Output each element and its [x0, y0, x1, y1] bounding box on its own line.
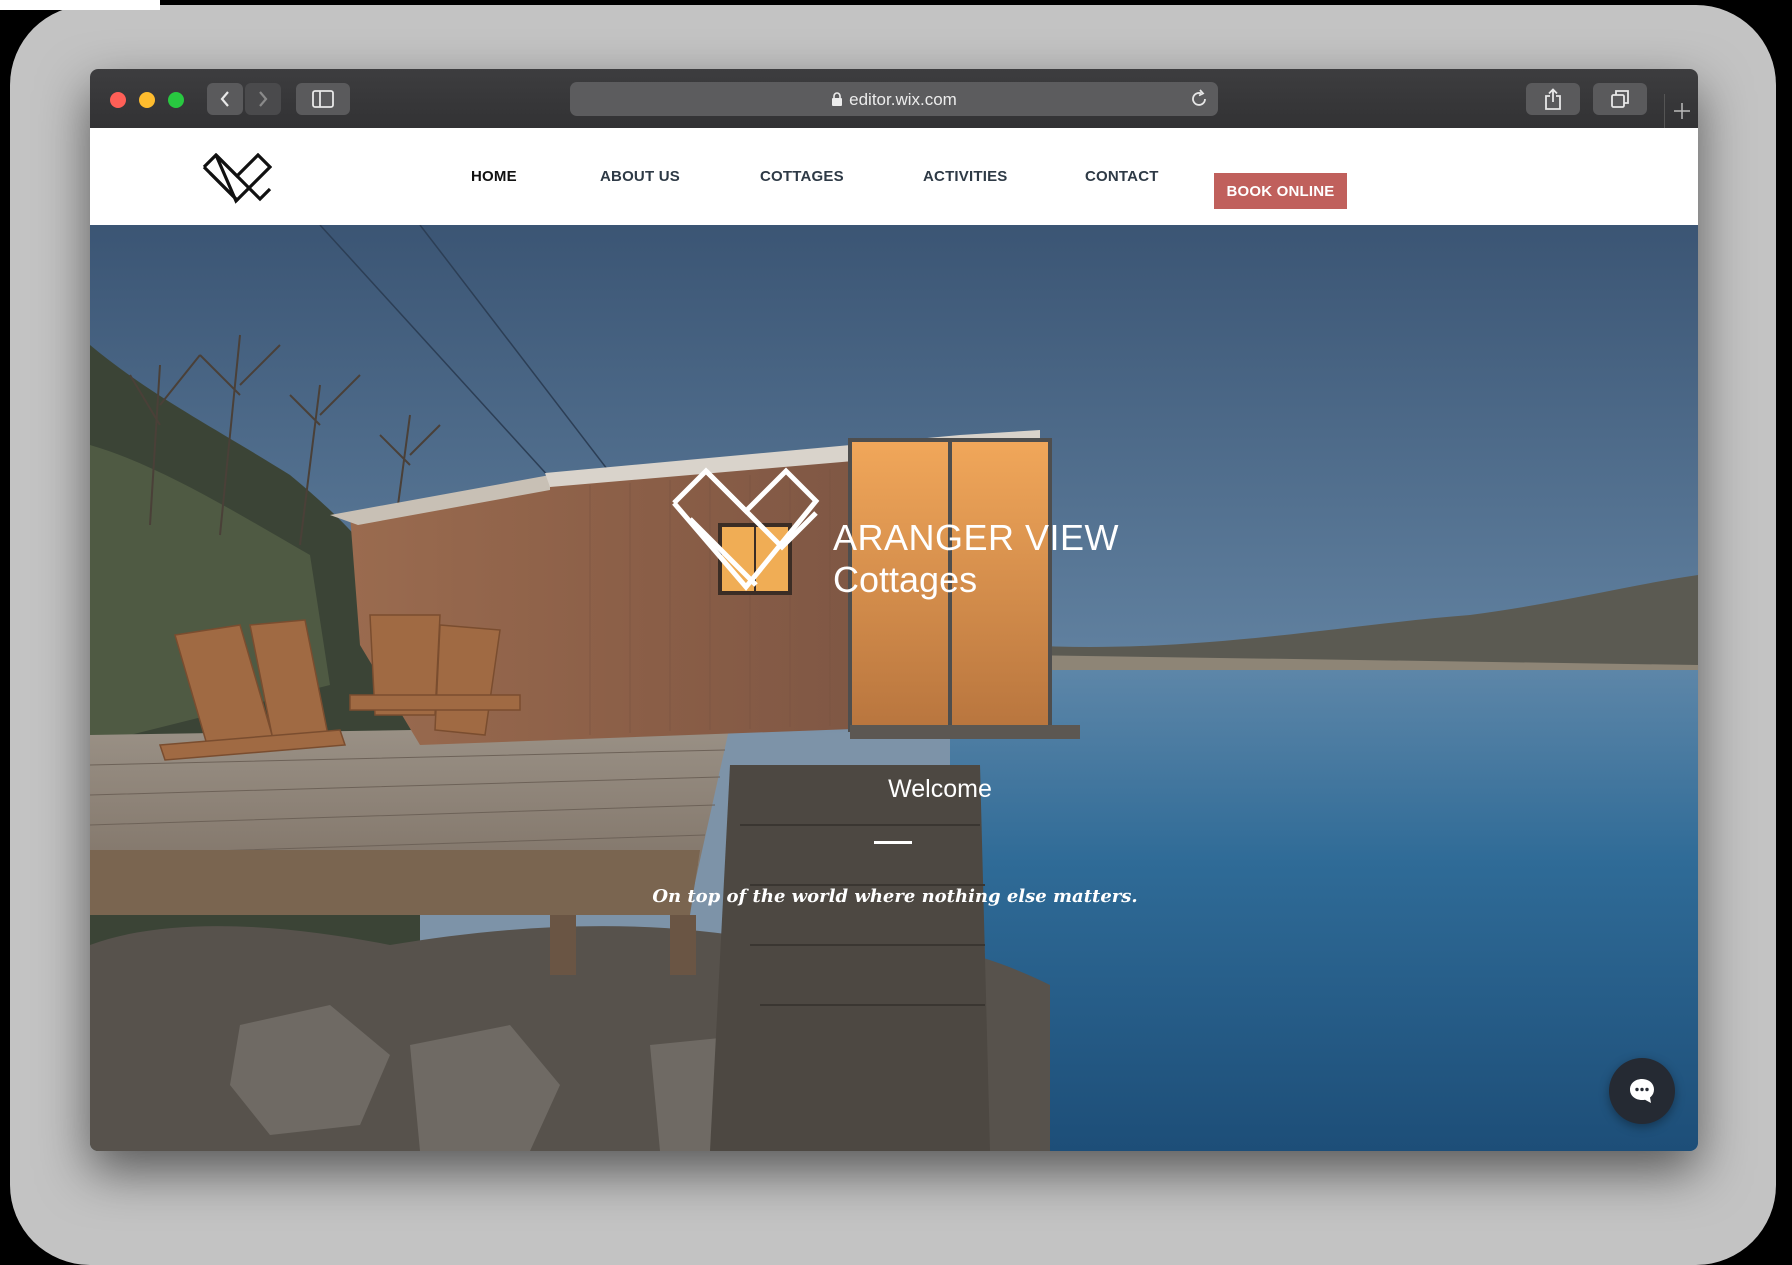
share-icon: [1545, 88, 1561, 110]
share-button[interactable]: [1526, 83, 1580, 115]
nav-cottages[interactable]: COTTAGES: [760, 168, 844, 185]
chat-icon: [1630, 1079, 1654, 1103]
zoom-window-button[interactable]: [168, 92, 184, 108]
tabs-button[interactable]: [1593, 83, 1647, 115]
plus-icon: [1674, 103, 1690, 119]
nav-contact[interactable]: CONTACT: [1085, 168, 1159, 185]
tabs-icon: [1611, 90, 1629, 108]
browser-window: editor.wix.com HOME ABOUT US COTTAGES AC…: [90, 69, 1698, 1151]
reload-icon[interactable]: [1188, 88, 1210, 110]
hero-background-image: [90, 225, 1698, 1151]
nav-about-us[interactable]: ABOUT US: [600, 168, 680, 185]
hero-brand-title: ARANGER VIEW: [833, 517, 1120, 558]
nav-activities[interactable]: ACTIVITIES: [923, 168, 1008, 185]
address-bar[interactable]: editor.wix.com: [570, 82, 1218, 116]
sidebar-button[interactable]: [296, 83, 350, 115]
new-tab-button[interactable]: [1664, 94, 1698, 128]
lock-icon: [832, 92, 843, 106]
url-text: editor.wix.com: [849, 90, 957, 109]
hero-brand-subtitle: Cottages: [833, 559, 978, 600]
frame-edge: [0, 0, 160, 10]
browser-toolbar: editor.wix.com: [90, 69, 1698, 129]
back-icon: [220, 91, 229, 107]
back-button[interactable]: [207, 83, 243, 115]
nav-home[interactable]: HOME: [471, 168, 517, 185]
close-window-button[interactable]: [110, 92, 126, 108]
forward-button[interactable]: [245, 83, 281, 115]
site-logo-icon[interactable]: [202, 153, 272, 209]
chat-button[interactable]: [1609, 1058, 1675, 1124]
sidebar-icon: [312, 90, 334, 108]
hero-section: ARANGER VIEW Cottages Welcome On top of …: [90, 225, 1698, 1151]
hero-divider: [874, 841, 912, 844]
book-online-button[interactable]: BOOK ONLINE: [1214, 173, 1347, 209]
minimize-window-button[interactable]: [139, 92, 155, 108]
hero-tagline: On top of the world where nothing else m…: [652, 886, 1138, 907]
forward-icon: [259, 91, 268, 107]
site-header: HOME ABOUT US COTTAGES ACTIVITIES CONTAC…: [90, 128, 1698, 225]
hero-logo-icon: [672, 467, 820, 591]
hero-welcome-heading: Welcome: [888, 775, 992, 803]
